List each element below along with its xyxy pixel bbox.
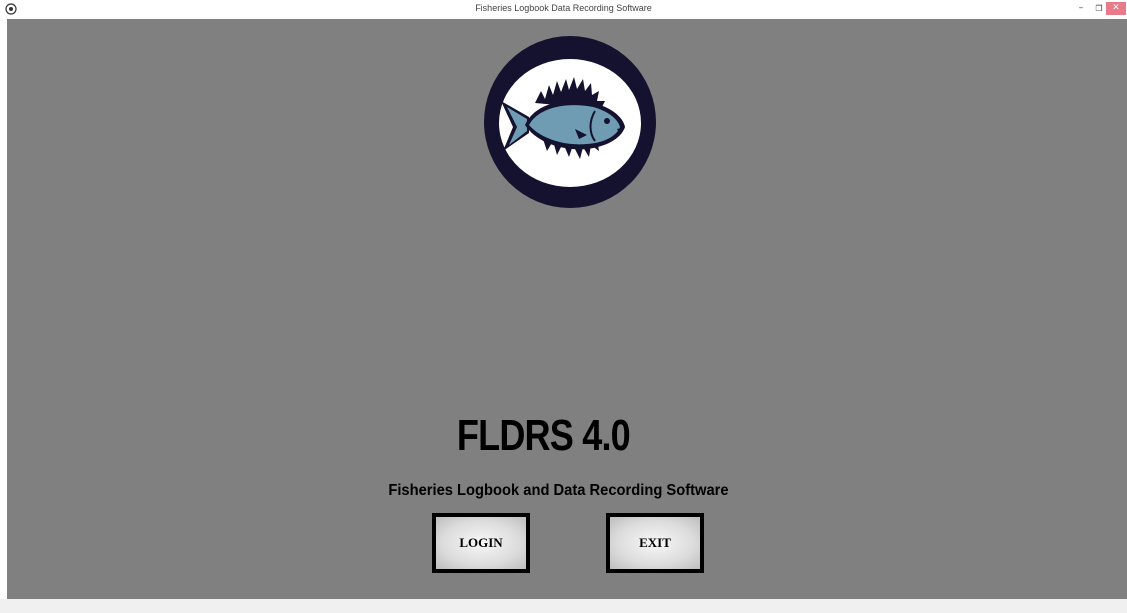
window-title: Fisheries Logbook Data Recording Softwar… [475, 3, 652, 13]
window-border [0, 19, 7, 599]
exit-button[interactable]: EXIT [606, 513, 704, 573]
status-bar [0, 599, 1127, 613]
app-subtitle: Fisheries Logbook and Data Recording Sof… [388, 482, 729, 499]
main-panel: FLDRS 4.0 Fisheries Logbook and Data Rec… [7, 19, 1127, 599]
login-button[interactable]: LOGIN [432, 513, 530, 573]
minimize-button[interactable]: – [1070, 2, 1092, 15]
app-name: FLDRS 4.0 [456, 411, 631, 460]
close-button[interactable]: ✕ [1106, 2, 1126, 15]
title-bar[interactable]: Fisheries Logbook Data Recording Softwar… [0, 0, 1127, 19]
fish-logo-icon [484, 36, 656, 208]
